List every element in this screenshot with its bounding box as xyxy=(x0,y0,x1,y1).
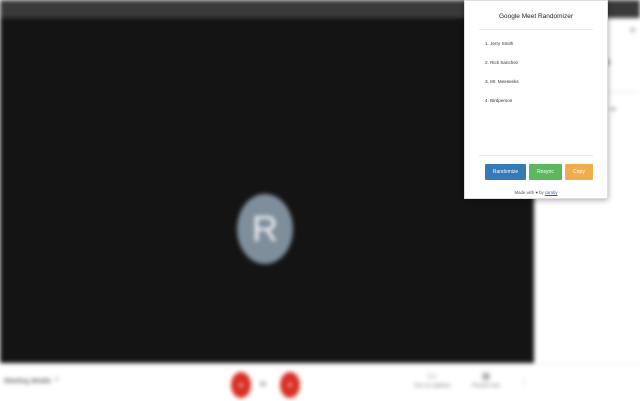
list-item: 2. Rick Sanchez xyxy=(485,60,519,65)
copy-button[interactable]: Copy xyxy=(565,164,593,180)
randomize-button[interactable]: Randomize xyxy=(485,164,526,180)
author-link[interactable]: camby xyxy=(545,190,558,195)
divider xyxy=(479,29,593,30)
divider xyxy=(479,155,593,156)
list-item: 1. Jerry Smith xyxy=(485,41,514,46)
hang-up-icon[interactable]: ☎ xyxy=(259,381,266,388)
present-icon: ▣ xyxy=(481,371,491,382)
captions-button[interactable]: ▭ Turn on captions xyxy=(412,371,452,389)
popup-title: Google Meet Randomizer xyxy=(498,13,574,20)
mic-button[interactable]: ● xyxy=(231,372,251,398)
bottom-bar: Meeting details ^ ● ☎ ● ▭ Turn on caption… xyxy=(0,363,640,401)
participant-list: 1. Jerry Smith 2. Rick Sanchez 3. Mr. Me… xyxy=(485,41,519,117)
meeting-details[interactable]: Meeting details ^ xyxy=(4,378,58,385)
resync-button[interactable]: Resync xyxy=(529,164,562,180)
more-options-icon[interactable]: ⋮ xyxy=(520,377,528,386)
captions-label: Turn on captions xyxy=(413,383,451,389)
participant-avatar: R xyxy=(237,194,293,264)
chevron-up-icon: ^ xyxy=(55,378,59,385)
camera-off-icon: ● xyxy=(287,381,293,389)
close-icon[interactable]: ✕ xyxy=(629,26,636,35)
mic-off-icon: ● xyxy=(238,381,244,389)
heart-icon: ♥ xyxy=(535,190,538,195)
meeting-details-label: Meeting details xyxy=(4,378,52,385)
present-label: Present now xyxy=(472,383,500,389)
camera-button[interactable]: ● xyxy=(280,372,300,398)
footer-prefix: Made with xyxy=(514,190,535,195)
randomizer-popup: Google Meet Randomizer 1. Jerry Smith 2.… xyxy=(464,0,608,199)
footer-by: by xyxy=(539,190,544,195)
chat-icon: ▬ xyxy=(610,106,616,112)
list-item: 3. Mr. Meeseeks xyxy=(485,79,519,84)
video-area: R xyxy=(0,18,534,363)
captions-icon: ▭ xyxy=(427,371,437,382)
list-item: 4. Birdperson xyxy=(485,98,513,103)
footer: Made with ♥ by camby xyxy=(465,190,607,195)
present-button[interactable]: ▣ Present now xyxy=(466,371,506,389)
